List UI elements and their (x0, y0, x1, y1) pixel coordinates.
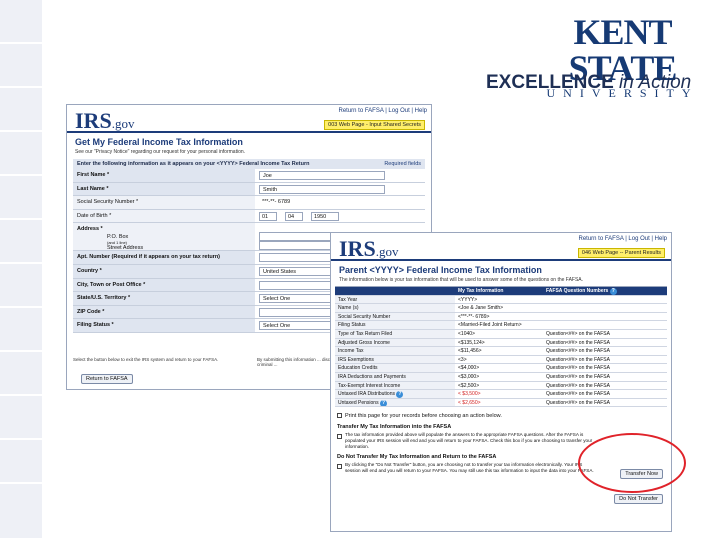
no-transfer-heading: Do Not Transfer My Tax Information and R… (337, 453, 497, 460)
table-header: My Tax Information FAFSA Question Number… (335, 287, 667, 296)
irs-header: IRS.gov Return to FAFSA | Log Out | Help… (331, 233, 671, 261)
no-transfer-checkbox[interactable] (337, 463, 342, 469)
page-note: 046 Web Page -- Parent Results (577, 248, 665, 258)
form-row-dob: Date of Birth * 01 04 1950 (73, 209, 425, 224)
table-row: Type of Tax Return Filed <1040> Question<#… (335, 329, 667, 339)
table-row: IRA Deductions and Payments <$3,000> Quest… (335, 372, 667, 382)
help-icon[interactable]: ? (379, 399, 387, 407)
top-links[interactable]: Return to FAFSA | Log Out | Help (339, 108, 428, 114)
privacy-line[interactable]: See our "Privacy Notice" regarding our r… (67, 148, 431, 156)
form-row-first-name: First Name * Joe (73, 169, 425, 183)
decorative-stripes (0, 0, 42, 540)
table-row: Social Security Number <***-**- 6789> (335, 312, 667, 322)
instruction-bar: Enter the following information as it ap… (73, 159, 425, 169)
irs-header: IRS.gov Return to FAFSA | Log Out | Help… (67, 105, 431, 133)
transfer-heading: Transfer My Tax Information into the FAF… (337, 424, 452, 431)
irs-logo: IRS.gov (339, 236, 399, 261)
no-transfer-text: By clicking the "Do Not Transfer" button… (345, 461, 594, 473)
table-row: Education Credits <$4,000> Question<##> on… (335, 364, 667, 373)
ssn-field[interactable]: ***-**- 6789 (259, 198, 385, 207)
help-icon[interactable]: ? (396, 391, 404, 398)
table-row: Tax-Exempt Interest Income <$2,500> Questi… (335, 381, 667, 391)
dob-day-field[interactable]: 04 (285, 211, 303, 221)
help-icon[interactable]: ? (609, 288, 617, 295)
print-icon[interactable] (337, 413, 342, 419)
table-row: Tax Year <YYYY> (335, 295, 667, 305)
form-row-last-name: Last Name * Smith (73, 182, 425, 197)
transfer-text: The tax information provided above will … (345, 432, 593, 449)
page-note: 003 Web Page - Input Shared Secrets (324, 120, 425, 130)
page-subtitle: The information below is your tax inform… (339, 277, 584, 283)
dob-month-field[interactable]: 01 (259, 211, 277, 221)
table-row: Untaxed IRA Distributions ? < $3,500> Ques… (335, 390, 667, 399)
tagline: EXCELLENCE in Action (486, 72, 691, 94)
kent-state-logo: KENT STATE UNIVERSITY (535, 14, 710, 100)
required-fields-link[interactable]: Required fields (384, 161, 421, 167)
tax-info-table: My Tax Information FAFSA Question Number… (335, 286, 667, 408)
print-line: Print this page for your records before … (331, 413, 671, 419)
tagline-italic: in Action (619, 72, 692, 93)
footer-left-text: Select the button below to exit the IRS … (73, 357, 219, 362)
tagline-bold: EXCELLENCE (486, 72, 614, 93)
slide: KENT STATE UNIVERSITY EXCELLENCE in Acti… (0, 0, 720, 540)
dob-year-field[interactable]: 1950 (311, 211, 339, 221)
page-title: Get My Federal Income Tax Information (75, 137, 243, 147)
table-row: Name (s) <Joe & Jane Smith> (335, 304, 667, 313)
table-row: Adjusted Gross Income <$135,124> Question<… (335, 338, 667, 348)
page-title: Parent <YYYY> Federal Income Tax Informa… (339, 265, 542, 275)
table-row: Untaxed Pensions ? < $2,650> Question<##> … (335, 398, 667, 408)
transfer-checkbox[interactable] (337, 434, 342, 440)
return-to-fafsa-button[interactable]: Return to FAFSA (81, 374, 133, 384)
last-name-field[interactable]: Smith (259, 184, 385, 194)
table-row: Income Tax <$11,456> Question<##> on the F… (335, 347, 667, 356)
table-row: IRS Exemptions <3> Question<##> on the FAF… (335, 355, 667, 365)
highlight-circle (578, 433, 686, 493)
irs-logo: IRS.gov (75, 108, 135, 133)
top-links[interactable]: Return to FAFSA | Log Out | Help (579, 236, 668, 242)
first-name-field[interactable]: Joe (259, 171, 385, 180)
do-not-transfer-button[interactable]: Do Not Transfer (614, 494, 663, 504)
form-row-ssn: Social Security Number * ***-**- 6789 (73, 196, 425, 210)
table-row: Filing Status <Married-Filed Joint Return… (335, 321, 667, 330)
